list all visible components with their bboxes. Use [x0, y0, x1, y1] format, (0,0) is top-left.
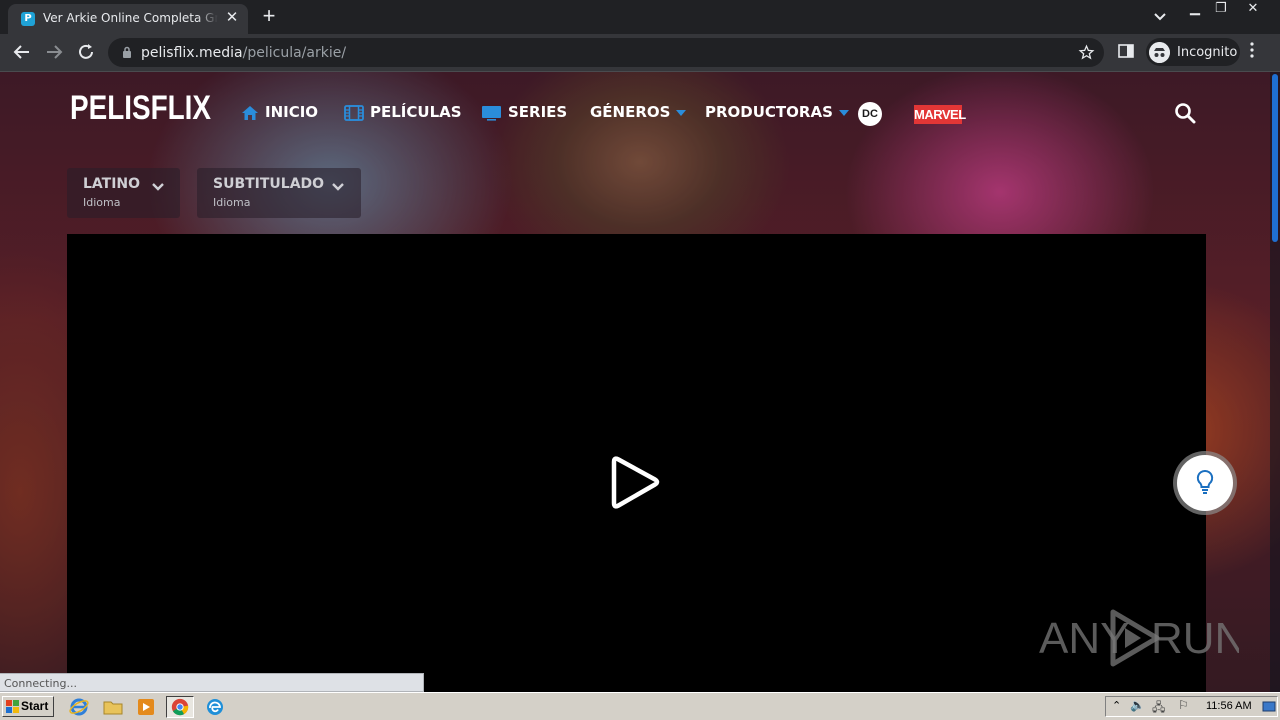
restore-button[interactable]: ❐: [1206, 0, 1236, 18]
internet-explorer-icon[interactable]: [68, 696, 90, 718]
tv-icon: [482, 105, 501, 121]
forward-arrow-icon[interactable]: [42, 40, 66, 64]
back-arrow-icon[interactable]: [10, 40, 34, 64]
tab-close-icon[interactable]: ✕: [224, 10, 240, 26]
svg-text:ANY: ANY: [1039, 614, 1129, 663]
windows-taskbar: Start ⌃ 🔈 🖧 ⚐ 11:56 AM: [0, 692, 1280, 720]
scrollbar-thumb[interactable]: [1272, 74, 1278, 242]
language-option-latino[interactable]: LATINO Idioma: [67, 168, 180, 218]
profile-label: Incognito: [1177, 45, 1238, 60]
close-window-button[interactable]: ✕: [1238, 0, 1268, 18]
tab-title: Ver Arkie Online Completa Gratis en HD: [43, 11, 218, 25]
browser-tab[interactable]: P Ver Arkie Online Completa Gratis en HD…: [8, 4, 248, 34]
marvel-logo[interactable]: MARVEL: [914, 105, 966, 124]
anyrun-watermark-logo: ANY RUN: [1039, 609, 1239, 667]
action-center-flag-icon[interactable]: ⚐: [1178, 698, 1189, 712]
language-option-subtitulado[interactable]: SUBTITULADO Idioma: [197, 168, 361, 218]
media-player-icon[interactable]: [135, 696, 157, 718]
lock-icon[interactable]: [122, 46, 132, 59]
svg-text:RUN: RUN: [1151, 614, 1239, 663]
lightbulb-icon: [1196, 469, 1214, 494]
chevron-down-icon: [152, 183, 164, 191]
home-icon: [242, 105, 258, 120]
site-header: PELISFLIX INICIO PELÍCULAS SERIES GÉNERO…: [0, 72, 1270, 152]
video-player[interactable]: ANY RUN: [67, 234, 1239, 692]
address-bar[interactable]: pelisflix.media/pelicula/arkie/: [108, 38, 1104, 67]
lightbulb-button[interactable]: [1177, 455, 1233, 511]
film-icon: [344, 104, 364, 121]
incognito-profile-button[interactable]: Incognito: [1146, 38, 1240, 66]
tab-strip: P Ver Arkie Online Completa Gratis en HD…: [0, 0, 1280, 34]
chrome-taskbar-button[interactable]: [166, 696, 194, 718]
nav-inicio[interactable]: INICIO: [241, 103, 318, 123]
url-text: pelisflix.media/pelicula/arkie/: [141, 45, 347, 61]
page-viewport: PELISFLIX INICIO PELÍCULAS SERIES GÉNERO…: [0, 72, 1280, 692]
dropdown-caret-icon: [676, 109, 687, 116]
volume-icon[interactable]: 🔈: [1130, 698, 1145, 712]
site-favicon-icon: P: [21, 12, 35, 26]
chevron-down-icon: [332, 183, 344, 191]
bookmark-star-icon[interactable]: [1078, 44, 1095, 61]
windows-flag-icon: [6, 700, 19, 713]
side-panel-icon[interactable]: [1118, 43, 1134, 59]
browser-toolbar: pelisflix.media/pelicula/arkie/ Incognit…: [0, 34, 1280, 72]
nav-peliculas[interactable]: PELÍCULAS: [344, 103, 462, 123]
clock[interactable]: 11:56 AM: [1206, 700, 1252, 712]
kebab-menu-icon[interactable]: [1250, 42, 1254, 58]
nav-productoras[interactable]: PRODUCTORAS: [705, 103, 849, 123]
edge-icon[interactable]: [204, 696, 226, 718]
tray-expand-icon[interactable]: ⌃: [1112, 699, 1121, 712]
dropdown-caret-icon: [838, 109, 849, 116]
site-logo[interactable]: PELISFLIX: [70, 89, 211, 128]
page-scrollbar[interactable]: [1270, 72, 1280, 692]
play-icon[interactable]: [609, 454, 663, 512]
new-tab-button[interactable]: +: [258, 5, 280, 28]
browser-status-bar: Connecting...: [0, 673, 424, 692]
network-icon[interactable]: 🖧: [1152, 698, 1165, 719]
show-desktop-icon[interactable]: [1262, 701, 1276, 713]
reload-icon[interactable]: [74, 40, 98, 64]
start-button[interactable]: Start: [2, 696, 54, 717]
file-explorer-icon[interactable]: [102, 696, 124, 718]
dc-logo[interactable]: DC: [858, 102, 882, 126]
system-tray: ⌃ 🔈 🖧 ⚐ 11:56 AM: [1105, 696, 1278, 717]
nav-generos[interactable]: GÉNEROS: [590, 103, 687, 123]
tab-search-chevron-icon[interactable]: [1150, 8, 1170, 26]
nav-series[interactable]: SERIES: [481, 103, 567, 123]
chrome-icon: [171, 698, 189, 716]
incognito-icon: [1149, 42, 1170, 63]
search-icon[interactable]: [1174, 102, 1196, 124]
